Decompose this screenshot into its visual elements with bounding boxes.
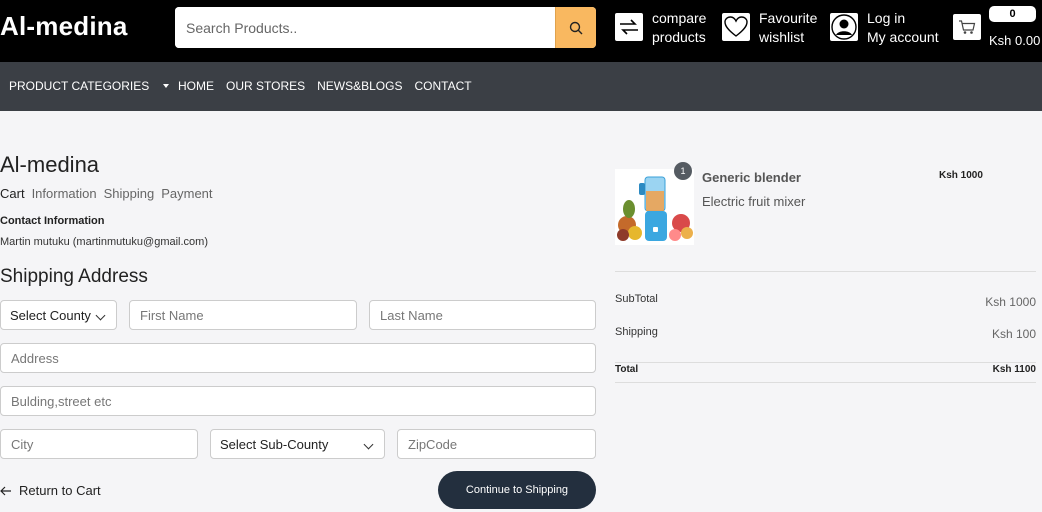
shipping-address-heading: Shipping Address bbox=[0, 266, 148, 287]
nav-link-home[interactable]: HOME bbox=[178, 79, 214, 93]
product-categories-label: PRODUCT CATEGORIES bbox=[9, 79, 150, 93]
product-description: Electric fruit mixer bbox=[702, 194, 806, 209]
divider bbox=[615, 362, 1036, 363]
breadcrumb-shipping[interactable]: Shipping bbox=[104, 186, 155, 201]
contact-information-heading: Contact Information bbox=[0, 215, 105, 227]
account-label-2: My account bbox=[867, 29, 939, 45]
checkout-store-title: Al-medina bbox=[0, 152, 100, 177]
compare-icon bbox=[615, 13, 643, 41]
breadcrumb-payment[interactable]: Payment bbox=[161, 186, 212, 201]
return-to-cart-link[interactable]: Return to Cart bbox=[0, 483, 101, 498]
quantity-badge: 1 bbox=[674, 162, 692, 180]
breadcrumb: Cart Information Shipping Payment bbox=[0, 186, 213, 201]
breadcrumb-cart[interactable]: Cart bbox=[0, 186, 25, 201]
compare-label-1: compare bbox=[652, 10, 707, 26]
return-to-cart-label: Return to Cart bbox=[19, 483, 101, 498]
product-name: Generic blender bbox=[702, 170, 801, 185]
shipping-label: Shipping bbox=[615, 326, 658, 338]
first-name-field[interactable] bbox=[129, 300, 357, 330]
address-field[interactable] bbox=[0, 343, 596, 373]
cart-count-badge: 0 bbox=[989, 6, 1036, 22]
product-categories-dropdown[interactable]: PRODUCT CATEGORIES bbox=[9, 79, 170, 93]
contact-information-value: Martin mutuku (martinmutuku@gmail.com) bbox=[0, 236, 208, 248]
subtotal-label: SubTotal bbox=[615, 293, 658, 305]
product-price: Ksh 1000 bbox=[939, 170, 983, 181]
compare-label-2: products bbox=[652, 29, 706, 45]
total-value: Ksh 1100 bbox=[992, 364, 1036, 375]
product-image bbox=[615, 169, 694, 245]
cart-icon bbox=[959, 20, 976, 34]
wishlist-label-2: wishlist bbox=[759, 29, 805, 45]
account-label-1: Log in bbox=[867, 10, 906, 26]
total-label: Total bbox=[615, 364, 639, 375]
site-logo[interactable]: Al-medina bbox=[0, 11, 127, 42]
user-icon bbox=[830, 13, 858, 41]
compare-products-link[interactable]: compare products bbox=[615, 9, 706, 47]
main-nav: PRODUCT CATEGORIES HOME OUR STORES NEWS&… bbox=[0, 62, 1042, 111]
continue-to-shipping-button[interactable]: Continue to Shipping bbox=[438, 471, 596, 509]
nav-link-contact[interactable]: CONTACT bbox=[414, 79, 471, 93]
search-button[interactable] bbox=[555, 7, 596, 48]
county-select-value: Select County bbox=[10, 307, 91, 323]
search-input[interactable] bbox=[175, 7, 555, 48]
chevron-down-icon bbox=[363, 439, 374, 450]
search-bar bbox=[175, 7, 596, 48]
divider bbox=[615, 271, 1036, 272]
sub-county-select-value: Select Sub-County bbox=[220, 436, 329, 452]
wishlist-link[interactable]: Favourite wishlist bbox=[722, 9, 817, 47]
caret-down-icon bbox=[163, 84, 170, 88]
top-header: Al-medina compare products bbox=[0, 0, 1042, 62]
subtotal-value: Ksh 1000 bbox=[985, 295, 1036, 309]
arrow-left-icon bbox=[0, 486, 11, 495]
cart-total: Ksh 0.00 bbox=[989, 33, 1041, 48]
nav-link-news-blogs[interactable]: NEWS&BLOGS bbox=[317, 79, 402, 93]
chevron-down-icon bbox=[95, 310, 106, 321]
zipcode-field[interactable] bbox=[397, 429, 596, 459]
last-name-field[interactable] bbox=[369, 300, 596, 330]
heart-icon bbox=[722, 13, 750, 41]
search-icon bbox=[569, 21, 583, 34]
account-link[interactable]: Log in My account bbox=[830, 9, 939, 47]
divider bbox=[615, 382, 1036, 383]
breadcrumb-information[interactable]: Information bbox=[32, 186, 97, 201]
nav-link-our-stores[interactable]: OUR STORES bbox=[226, 79, 305, 93]
shipping-value: Ksh 100 bbox=[991, 327, 1036, 341]
building-field[interactable] bbox=[0, 386, 596, 416]
wishlist-label-1: Favourite bbox=[759, 10, 818, 26]
cart-button[interactable] bbox=[953, 14, 981, 40]
nav-links: HOME OUR STORES NEWS&BLOGS CONTACT bbox=[178, 79, 472, 93]
city-field[interactable] bbox=[0, 429, 198, 459]
county-select[interactable]: Select County bbox=[0, 300, 117, 330]
sub-county-select[interactable]: Select Sub-County bbox=[210, 429, 385, 459]
